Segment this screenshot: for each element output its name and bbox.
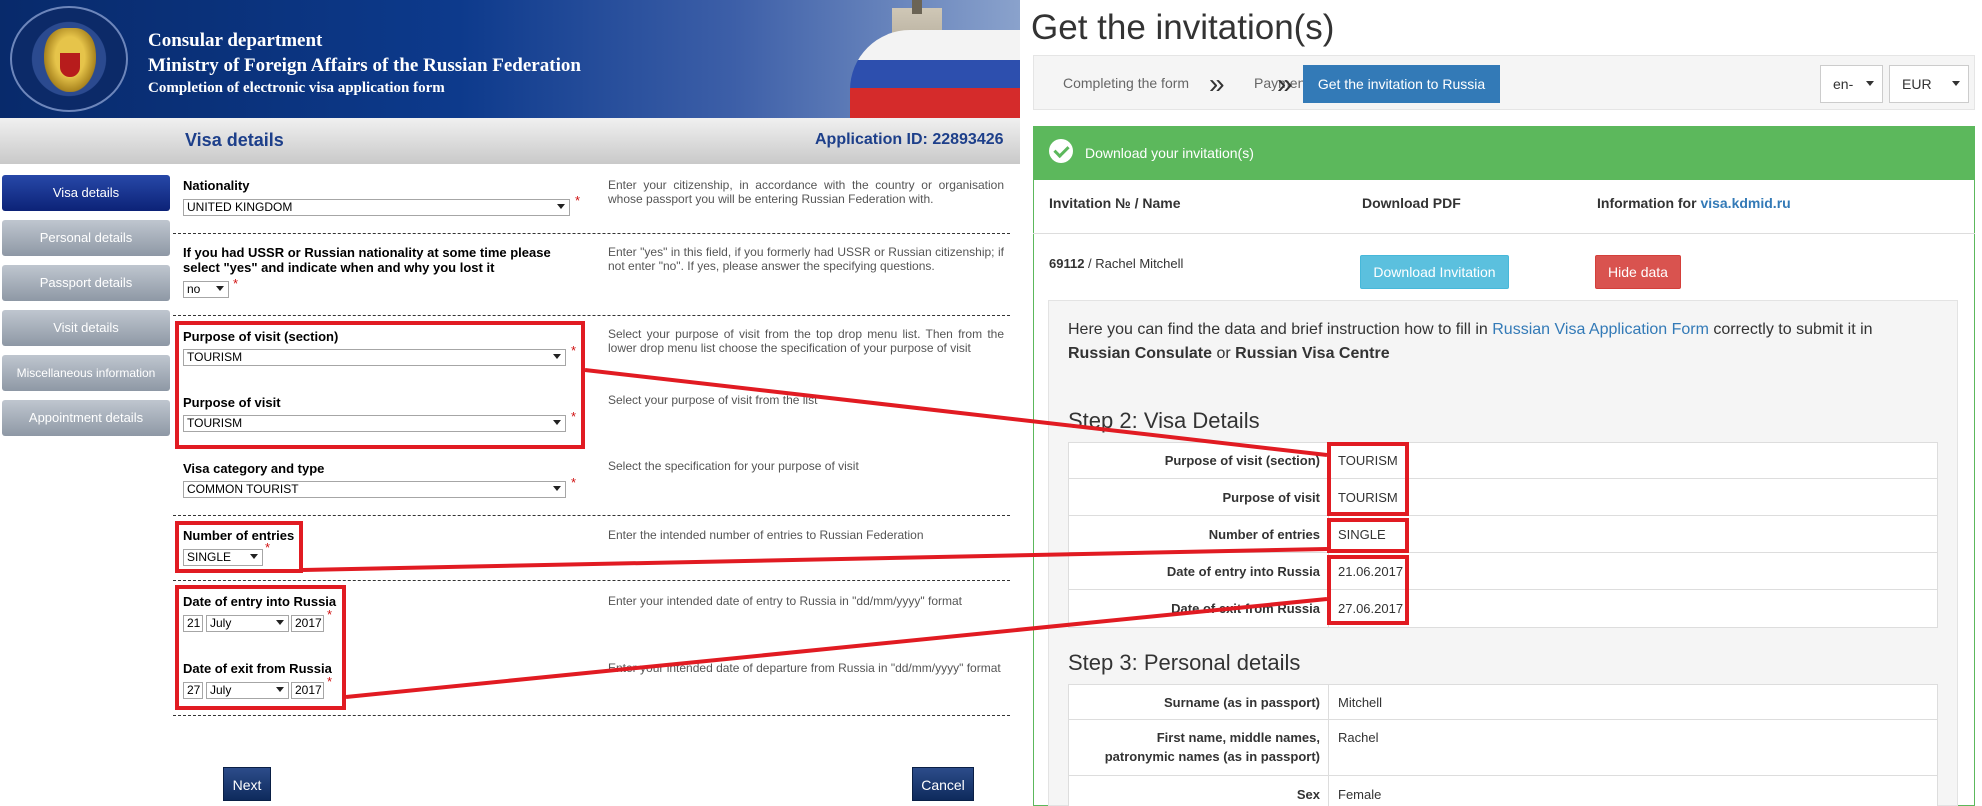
row-key: Sex (1296, 787, 1320, 802)
required-mark: * (571, 475, 577, 490)
panel-heading-text: Download your invitation(s) (1085, 145, 1254, 161)
check-circle-icon (1049, 139, 1073, 163)
chevron-down-icon (553, 486, 561, 491)
visa-form-link[interactable]: Russian Visa Application Form (1492, 321, 1709, 338)
download-invitation-button[interactable]: Download Invitation (1360, 255, 1509, 289)
exit-date-help: Enter your intended date of departure fr… (608, 661, 1001, 675)
column-download-pdf: Download PDF (1362, 195, 1461, 211)
entry-date-help: Enter your intended date of entry to Rus… (608, 594, 963, 608)
currency-select[interactable]: EUR (1889, 65, 1969, 103)
russian-flag-image (850, 30, 1020, 118)
row-value: Mitchell (1338, 695, 1383, 710)
row-key: Purpose of visit (section) (1164, 453, 1320, 468)
chevron-right-icon: » (1277, 68, 1293, 99)
banner-line-2: Ministry of Foreign Affairs of the Russi… (148, 55, 581, 76)
nationality-help: Enter your citizenship, in accordance wi… (608, 178, 1004, 206)
mfa-emblem-icon (10, 6, 128, 112)
sidebar-item-appointment-details[interactable]: Appointment details (2, 400, 170, 436)
cancel-button[interactable]: Cancel (912, 767, 974, 801)
header-banner: Consular department Ministry of Foreign … (0, 0, 1020, 118)
step2-heading: Step 2: Visa Details (1068, 408, 1260, 433)
invitation-number: 69112 (1049, 256, 1085, 271)
composite-screenshot: Consular department Ministry of Foreign … (0, 0, 1982, 806)
ussr-select[interactable]: no (183, 281, 229, 298)
sidebar-item-visa-details[interactable]: Visa details (2, 175, 170, 211)
step-get-invitation[interactable]: Get the invitation to Russia (1303, 65, 1500, 103)
table-row (1068, 720, 1938, 776)
row-key: Date of entry into Russia (1166, 564, 1320, 579)
chevron-down-icon (1952, 81, 1960, 86)
application-id: Application ID: 22893426 (815, 131, 1004, 148)
hide-data-button[interactable]: Hide data (1595, 255, 1681, 289)
annotation-box-entries (175, 521, 303, 573)
required-mark: * (233, 276, 239, 291)
banner-line-3: Completion of electronic visa applicatio… (148, 80, 445, 96)
row-value: Rachel (1338, 730, 1379, 745)
row-key: Purpose of visit (1222, 490, 1320, 505)
next-button[interactable]: Next (223, 767, 271, 801)
banner-line-1: Consular department (148, 30, 323, 51)
language-select[interactable]: en- (1820, 65, 1883, 103)
divider (173, 580, 1010, 581)
row-key: First name, middle names, (1156, 730, 1320, 745)
visa-category-label: Visa category and type (183, 461, 325, 476)
sidebar-item-personal-details[interactable]: Personal details (2, 220, 170, 256)
column-information: Information for visa.kdmid.ru (1597, 195, 1791, 211)
step3-heading: Step 3: Personal details (1068, 650, 1301, 675)
sidebar-item-passport-details[interactable]: Passport details (2, 265, 170, 301)
column-invitation-name: Invitation № / Name (1049, 195, 1181, 211)
annotation-box-dates (175, 585, 346, 710)
row-value: Female (1338, 787, 1382, 802)
annotation-box-purpose-result (1327, 442, 1409, 516)
chevron-down-icon (216, 286, 224, 291)
kdmid-link[interactable]: visa.kdmid.ru (1700, 195, 1790, 211)
annotation-box-purpose (175, 321, 585, 449)
row-key: Surname (as in passport) (1163, 695, 1320, 710)
sidebar-item-miscellaneous[interactable]: Miscellaneous information (2, 355, 170, 391)
step-completing-form[interactable]: Completing the form (1063, 56, 1189, 111)
annotation-box-dates-result (1327, 555, 1409, 625)
instructions-intro: Here you can find the data and brief ins… (1068, 321, 1873, 362)
divider (173, 715, 1010, 716)
visa-category-help: Select the specification for your purpos… (608, 459, 859, 473)
chevron-down-icon (1866, 81, 1874, 86)
row-key: Date of exit from Russia (1171, 601, 1320, 616)
divider (173, 515, 1010, 516)
chevron-down-icon (557, 204, 565, 209)
invitation-name: / Rachel Mitchell (1084, 256, 1184, 271)
visa-category-select[interactable]: COMMON TOURIST (183, 481, 566, 498)
divider (1033, 233, 1975, 234)
annotation-box-entries-result (1327, 518, 1409, 553)
ussr-label: If you had USSR or Russian nationality a… (183, 245, 551, 275)
chevron-right-icon: » (1209, 68, 1225, 99)
progress-steps: Completing the form » Payment » Get the … (1033, 55, 1975, 110)
divider (173, 315, 1010, 316)
nationality-select[interactable]: UNITED KINGDOM (183, 199, 570, 216)
purpose-help: Select your purpose of visit from the li… (608, 393, 818, 407)
required-mark: * (575, 193, 581, 208)
ussr-help: Enter "yes" in this field, if you former… (608, 245, 1004, 273)
purpose-section-help: Select your purpose of visit from the to… (608, 327, 1004, 355)
divider (173, 233, 1010, 234)
row-key: patronymic names (as in passport) (1104, 749, 1320, 764)
sidebar-item-visit-details[interactable]: Visit details (2, 310, 170, 346)
page-title: Visa details (185, 130, 284, 150)
invitation-cell: 69112 / Rachel Mitchell (1049, 256, 1183, 271)
page-title: Get the invitation(s) (1031, 8, 1335, 47)
nationality-label: Nationality (183, 178, 250, 193)
row-key: Number of entries (1208, 527, 1320, 542)
entries-help: Enter the intended number of entries to … (608, 528, 924, 542)
